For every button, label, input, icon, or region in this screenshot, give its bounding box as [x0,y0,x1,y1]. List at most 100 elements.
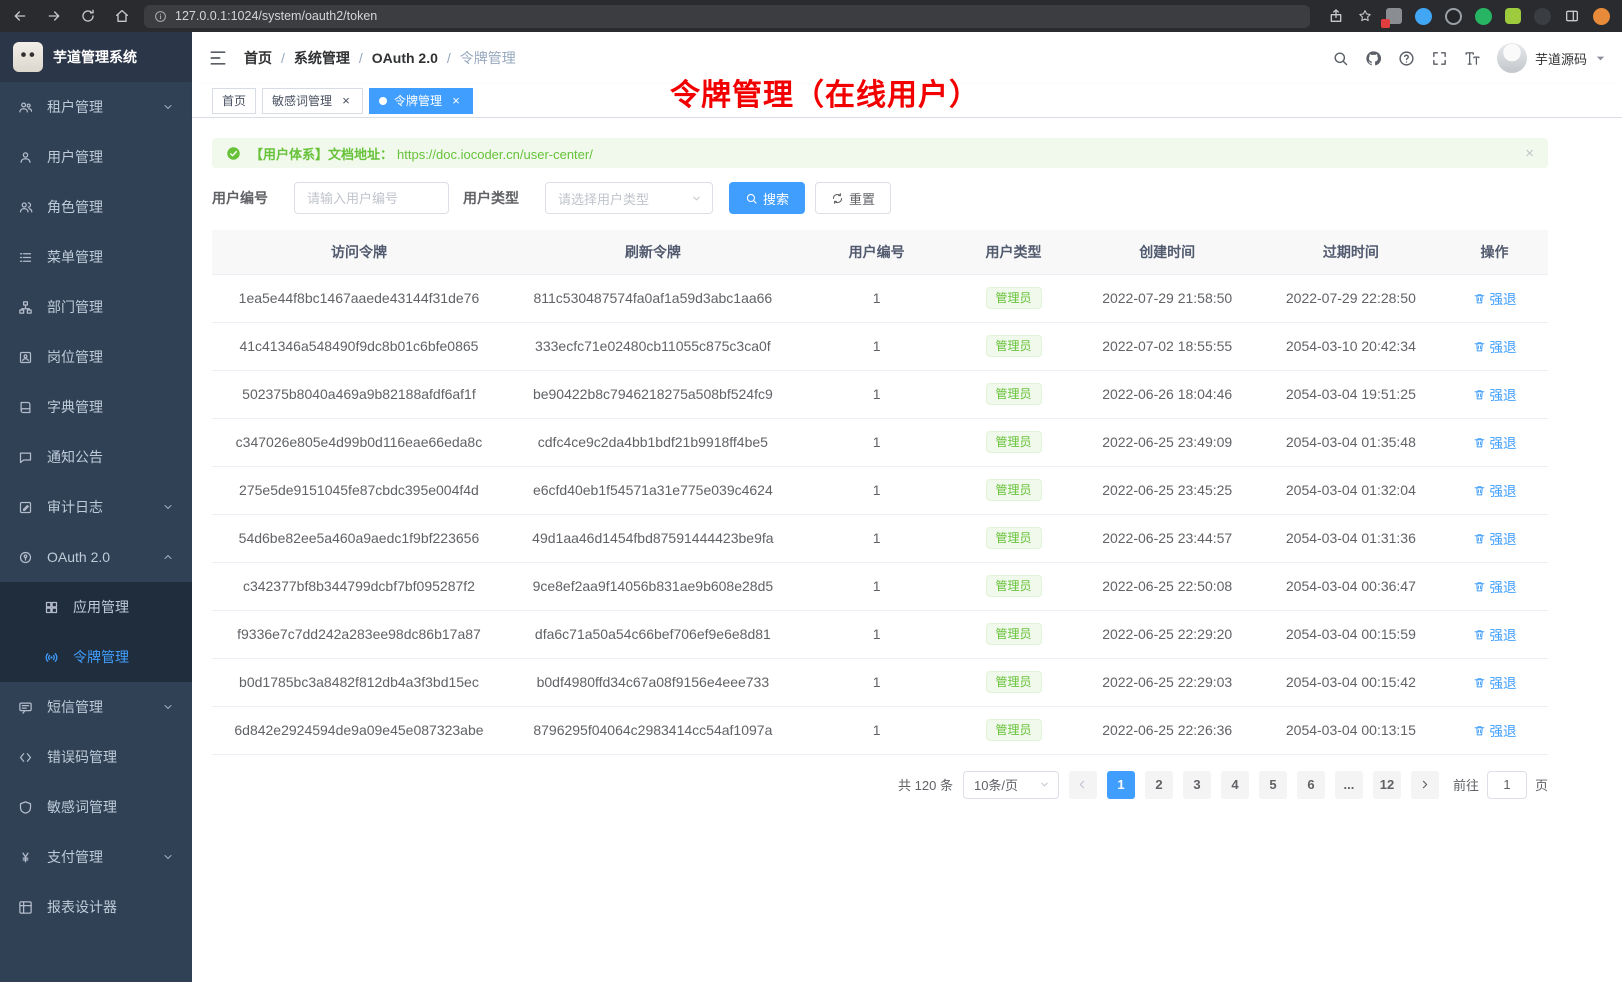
user-type-select[interactable]: 请选择用户类型 [545,182,713,214]
extension-blue-icon[interactable] [1415,8,1432,25]
force-logout-button[interactable]: 强退 [1473,336,1517,356]
tab-oauth2-token[interactable]: 令牌管理× [369,88,473,114]
search-button[interactable]: 搜索 [729,182,805,214]
force-logout-button[interactable]: 强退 [1473,432,1517,452]
share-icon[interactable] [1328,8,1344,24]
breadcrumb-item[interactable]: 系统管理 [294,48,350,68]
fullscreen-icon[interactable] [1431,50,1448,67]
goto-suffix: 页 [1535,775,1548,794]
page-button[interactable]: 2 [1145,771,1173,799]
user-id-input[interactable] [294,182,449,214]
force-logout-button[interactable]: 强退 [1473,672,1517,692]
breadcrumb-item[interactable]: 首页 [244,48,272,68]
alert-close-icon[interactable]: × [1525,145,1534,162]
active-tab-dot [379,97,387,105]
forward-icon[interactable] [46,8,62,24]
reload-icon[interactable] [80,8,96,24]
bookmark-star-icon[interactable] [1357,8,1373,24]
page-button[interactable]: 12 [1373,771,1401,799]
tab-sensitive-word[interactable]: 敏感词管理× [262,88,363,114]
sidebar-item-label: 部门管理 [47,297,103,317]
sidebar-item-label: 敏感词管理 [47,797,117,817]
sidebar-item-label: 报表设计器 [47,897,117,917]
user-menu-caret-icon[interactable] [1595,53,1606,64]
force-logout-button[interactable]: 强退 [1473,528,1517,548]
prev-page-button[interactable] [1069,771,1097,799]
sidebar-item-label: 应用管理 [73,597,129,617]
app-logo[interactable]: 芋道管理系统 [0,32,192,82]
site-info-icon[interactable] [154,10,167,23]
user-type-cell: 管理员 [953,514,1073,562]
sidebar-item-dict[interactable]: 字典管理 [0,382,192,432]
page-content: 【用户体系】文档地址：https://doc.iocoder.cn/user-c… [192,118,1622,982]
search-icon[interactable] [1332,50,1349,67]
help-icon[interactable] [1398,50,1415,67]
refresh-token-cell: 333ecfc71e02480cb11055c875c3ca0f [506,322,800,370]
sidebar-item-oauth2-token[interactable]: 令牌管理 [0,632,192,682]
menu-icon [18,250,33,265]
sidebar-item-error-code[interactable]: 错误码管理 [0,732,192,782]
trash-icon [1473,292,1486,305]
sidebar-item-sms[interactable]: 短信管理 [0,682,192,732]
sidebar-item-audit-log[interactable]: 审计日志 [0,482,192,532]
page-button[interactable]: 4 [1221,771,1249,799]
extensions-puzzle-icon[interactable] [1505,8,1521,24]
sidebar-item-oauth2-app[interactable]: 应用管理 [0,582,192,632]
force-logout-button[interactable]: 强退 [1473,624,1517,644]
tab-home[interactable]: 首页 [212,88,256,114]
extension-green-icon[interactable] [1475,8,1492,25]
page-button[interactable]: 5 [1259,771,1287,799]
force-logout-button[interactable]: 强退 [1473,480,1517,500]
force-logout-button[interactable]: 强退 [1473,384,1517,404]
sidebar-item-user[interactable]: 用户管理 [0,132,192,182]
extension-dark-icon[interactable] [1445,8,1462,25]
sidebar-item-pay[interactable]: 支付管理 [0,832,192,882]
split-view-icon[interactable] [1564,8,1580,24]
page-button[interactable]: 3 [1183,771,1211,799]
sidebar-item-role[interactable]: 角色管理 [0,182,192,232]
sidebar-item-sensitive-word[interactable]: 敏感词管理 [0,782,192,832]
extension-badge-icon[interactable] [1386,8,1402,24]
sidebar-item-tenant[interactable]: 租户管理 [0,82,192,132]
sidebar-item-dept[interactable]: 部门管理 [0,282,192,332]
reset-button[interactable]: 重置 [815,182,891,214]
user-id-label: 用户编号 [212,188,268,208]
back-icon[interactable] [12,8,28,24]
sidebar-item-post[interactable]: 岗位管理 [0,332,192,382]
sidebar-collapse-button[interactable] [208,48,228,68]
next-page-button[interactable] [1411,771,1439,799]
github-icon[interactable] [1365,50,1382,67]
user-type-cell: 管理员 [953,466,1073,514]
page-size-select[interactable]: 10条/页 [963,771,1059,799]
extension-pin-icon[interactable] [1534,8,1551,25]
user-avatar[interactable] [1497,43,1527,73]
browser-profile-avatar[interactable] [1593,8,1610,25]
font-size-icon[interactable] [1464,50,1481,67]
doc-link[interactable]: https://doc.iocoder.cn/user-center/ [397,147,593,162]
page-more-button[interactable]: ... [1335,771,1363,799]
username[interactable]: 芋道源码 [1535,49,1587,68]
breadcrumb-item[interactable]: OAuth 2.0 [372,50,438,66]
user-type-tag: 管理员 [986,671,1042,693]
access-token-cell: 41c41346a548490f9dc8b01c6bfe0865 [212,322,506,370]
force-logout-button[interactable]: 强退 [1473,576,1517,596]
url-bar[interactable]: 127.0.0.1:1024/system/oauth2/token [144,5,1310,28]
force-logout-button[interactable]: 强退 [1473,288,1517,308]
breadcrumb: 首页/系统管理/OAuth 2.0/令牌管理 [244,48,516,68]
goto-page-input[interactable] [1487,771,1527,799]
sidebar-item-report-designer[interactable]: 报表设计器 [0,882,192,932]
refresh-token-cell: e6cfd40eb1f54571a31e775e039c4624 [506,466,800,514]
sidebar-item-oauth2[interactable]: OAuth 2.0 [0,532,192,582]
sidebar-item-menu[interactable]: 菜单管理 [0,232,192,282]
access-token-cell: c342377bf8b344799dcbf7bf095287f2 [212,562,506,610]
force-logout-button[interactable]: 强退 [1473,720,1517,740]
sidebar-item-notice[interactable]: 通知公告 [0,432,192,482]
trash-icon [1473,676,1486,689]
home-icon[interactable] [114,8,130,24]
page-button[interactable]: 6 [1297,771,1325,799]
page-button[interactable]: 1 [1107,771,1135,799]
tab-close-icon[interactable]: × [449,94,463,108]
trash-icon [1473,484,1486,497]
tab-close-icon[interactable]: × [339,94,353,108]
errorcode-icon [18,750,33,765]
